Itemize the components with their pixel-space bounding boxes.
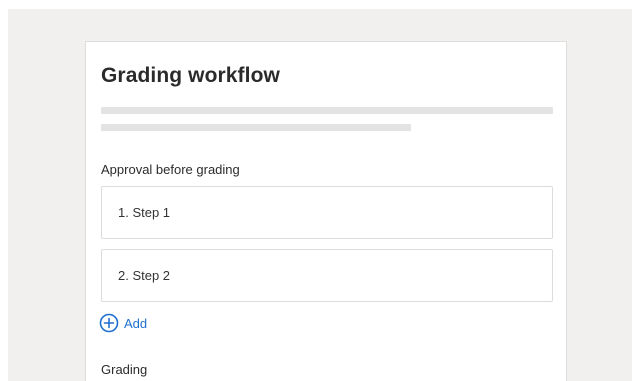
approval-step-1[interactable]: 1. Step 1 <box>101 186 553 239</box>
step-label: 2. Step 2 <box>118 268 171 283</box>
approval-step-2[interactable]: 2. Step 2 <box>101 249 553 302</box>
approval-section-label: Approval before grading <box>101 162 240 177</box>
grading-section-label: Grading <box>101 362 148 377</box>
workflow-card: Grading workflow Approval before grading… <box>85 41 567 381</box>
page-title: Grading workflow <box>101 64 280 87</box>
add-step-button[interactable]: Add <box>99 312 147 334</box>
add-step-label: Add <box>124 315 148 331</box>
plus-circle-icon <box>99 313 119 333</box>
step-label: 1. Step 1 <box>118 205 171 220</box>
loading-placeholder-line <box>101 107 553 114</box>
loading-placeholder-line <box>101 124 411 131</box>
